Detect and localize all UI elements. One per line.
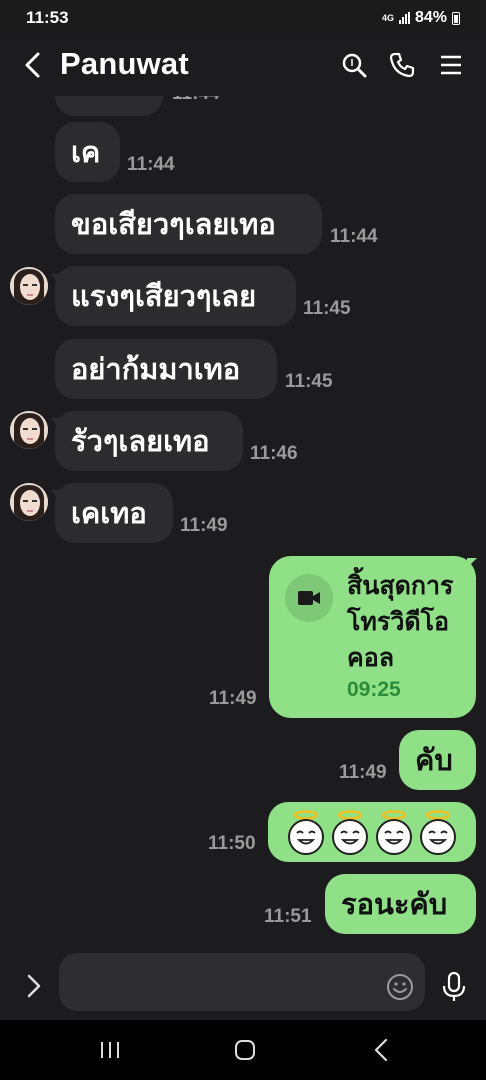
message-bubble[interactable]: แรงๆเสียวๆเลย <box>55 266 296 326</box>
message-bubble[interactable]: เค <box>55 122 120 182</box>
status-icons: 4G 84% <box>382 9 460 27</box>
message-time: 11:44 <box>330 226 378 247</box>
message-bubble[interactable]: เคเทอ <box>55 483 173 543</box>
back-nav-icon[interactable] <box>362 1036 402 1064</box>
chevron-right-icon[interactable] <box>24 973 44 999</box>
message-bubble[interactable]: คับ <box>399 730 476 790</box>
call-duration: 09:25 <box>347 678 401 701</box>
message-time: 11:50 <box>208 833 256 854</box>
message-time: 11:51 <box>264 906 312 927</box>
status-bar: 11:53 4G 84% <box>0 0 486 34</box>
contact-name: Panuwat <box>60 46 189 81</box>
avatar[interactable] <box>10 411 48 449</box>
signal-icon <box>398 12 410 24</box>
message-bubble[interactable]: ขอเสียวๆเลยเทอ <box>55 194 322 254</box>
system-nav-bar <box>0 1020 486 1080</box>
video-camera-icon <box>285 574 333 622</box>
message-time: 11:49 <box>339 762 387 783</box>
search-icon[interactable] <box>340 51 368 79</box>
angel-emoji-icon <box>332 810 368 855</box>
network-type: 4G <box>381 12 394 23</box>
avatar[interactable] <box>10 267 48 305</box>
message-time: 11:49 <box>209 688 257 709</box>
message-input[interactable] <box>59 953 425 1011</box>
message-bubble[interactable]: รัวๆเลยเทอ <box>55 411 243 471</box>
angel-emoji-icon <box>420 810 456 855</box>
message-list[interactable]: 11:44 เค 11:44 ขอเสียวๆเลยเทอ 11:44 แรงๆ… <box>0 96 486 946</box>
message-time: 11:49 <box>180 515 228 536</box>
message-bubble[interactable]: รอนะคับ <box>325 874 476 934</box>
microphone-icon[interactable] <box>441 971 467 1003</box>
battery-icon <box>452 11 460 25</box>
message-bubble[interactable]: อย่าก้มมาเทอ <box>55 339 277 399</box>
smiley-icon[interactable] <box>386 973 414 1001</box>
message-time-partial: 11:44 <box>172 96 220 105</box>
message-time: 11:46 <box>250 443 298 464</box>
battery-level: 84% <box>414 9 447 26</box>
angel-emoji-icon <box>376 810 412 855</box>
avatar[interactable] <box>10 483 48 521</box>
emoji-message[interactable] <box>268 802 476 862</box>
status-time: 11:53 <box>26 8 69 27</box>
recent-apps-icon[interactable] <box>90 1036 130 1064</box>
message-time: 11:45 <box>285 371 333 392</box>
message-input-bar <box>0 946 486 1020</box>
bubble-tail <box>467 558 477 568</box>
chevron-left-icon[interactable] <box>22 49 46 81</box>
message-time: 11:45 <box>303 298 351 319</box>
menu-icon[interactable] <box>437 51 465 79</box>
message-bubble-partial[interactable] <box>55 96 163 116</box>
message-time: 11:44 <box>127 154 175 175</box>
phone-icon[interactable] <box>388 51 416 79</box>
call-status-text: สิ้นสุดการโทรวิดีโอคอล <box>347 571 454 672</box>
angel-emoji-icon <box>288 810 324 855</box>
home-icon[interactable] <box>225 1036 265 1064</box>
video-call-ended-bubble[interactable]: สิ้นสุดการโทรวิดีโอคอล 09:25 <box>269 556 476 718</box>
chat-header: Panuwat <box>0 34 486 96</box>
